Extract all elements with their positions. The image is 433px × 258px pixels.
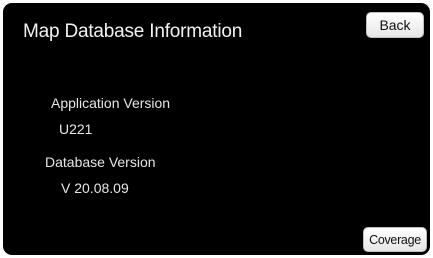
back-button[interactable]: Back: [366, 12, 424, 38]
coverage-button[interactable]: Coverage: [363, 227, 427, 252]
page-title: Map Database Information: [23, 21, 243, 42]
application-version-value: U221: [59, 121, 93, 137]
nav-screen: Map Database Information Back Applicatio…: [3, 3, 430, 255]
database-version-label: Database Version: [45, 154, 156, 170]
application-version-label: Application Version: [51, 95, 171, 111]
database-version-value: V 20.08.09: [61, 180, 129, 196]
